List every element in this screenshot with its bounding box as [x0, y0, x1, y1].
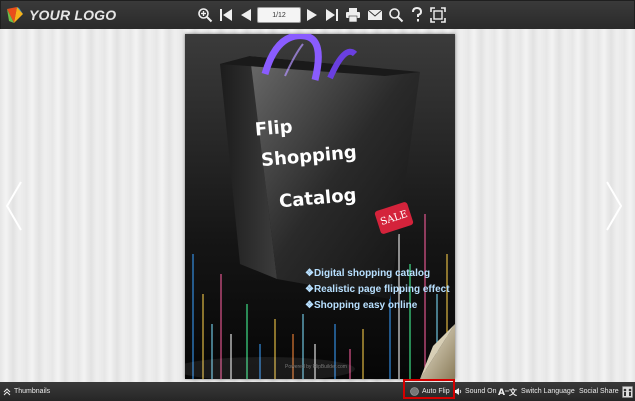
feature-item: ❖Shopping easy online — [305, 300, 418, 311]
cover-word-flip: Flip — [254, 116, 294, 141]
social-share-label: Social Share — [579, 388, 619, 395]
help-icon[interactable] — [407, 5, 427, 25]
language-icon: A 文 — [498, 387, 518, 396]
svg-text:文: 文 — [509, 387, 518, 396]
bottom-toolbar: Thumbnails Auto Flip Sound On A 文 Switch… — [0, 382, 635, 401]
switch-language-label: Switch Language — [521, 388, 575, 395]
next-page-arrow-icon[interactable] — [604, 180, 624, 232]
search-icon[interactable] — [386, 5, 406, 25]
switch-language-button[interactable]: A 文 Switch Language — [498, 382, 575, 401]
next-page-icon[interactable] — [302, 5, 322, 25]
book-page[interactable]: Flip Shopping Catalog SALE ❖Digital shop… — [185, 34, 455, 379]
previous-page-icon[interactable] — [236, 5, 256, 25]
thumbnails-button[interactable]: Thumbnails — [3, 382, 50, 401]
svg-text:A: A — [498, 388, 505, 396]
feature-item: ❖Digital shopping catalog — [305, 268, 431, 279]
sound-label: Sound On — [465, 388, 497, 395]
thumbnails-label: Thumbnails — [14, 388, 51, 395]
share-icon — [621, 385, 633, 398]
zoom-in-icon[interactable] — [195, 5, 215, 25]
feature-item: ❖Realistic page flipping effect — [305, 284, 450, 295]
double-chevron-up-icon — [3, 387, 11, 395]
sound-button[interactable]: Sound On — [453, 382, 497, 401]
auto-flip-highlight — [403, 379, 455, 399]
logo-text: YOUR LOGO — [29, 7, 117, 23]
fullscreen-icon[interactable] — [428, 5, 448, 25]
social-share-button[interactable]: Social Share — [579, 382, 633, 401]
email-icon[interactable] — [365, 5, 385, 25]
first-page-icon[interactable] — [216, 5, 236, 25]
logo: YOUR LOGO — [5, 5, 116, 25]
last-page-icon[interactable] — [322, 5, 342, 25]
page-footer: Powered by FlipBuilder.com — [285, 364, 347, 370]
page-number-input[interactable]: 1/12 — [257, 7, 301, 23]
logo-icon — [7, 7, 23, 23]
top-toolbar: YOUR LOGO 1/12 — [0, 0, 635, 30]
feature-list: ❖Digital shopping catalog ❖Realistic pag… — [305, 268, 450, 316]
print-icon[interactable] — [343, 5, 363, 25]
previous-page-arrow-icon[interactable] — [4, 180, 24, 232]
